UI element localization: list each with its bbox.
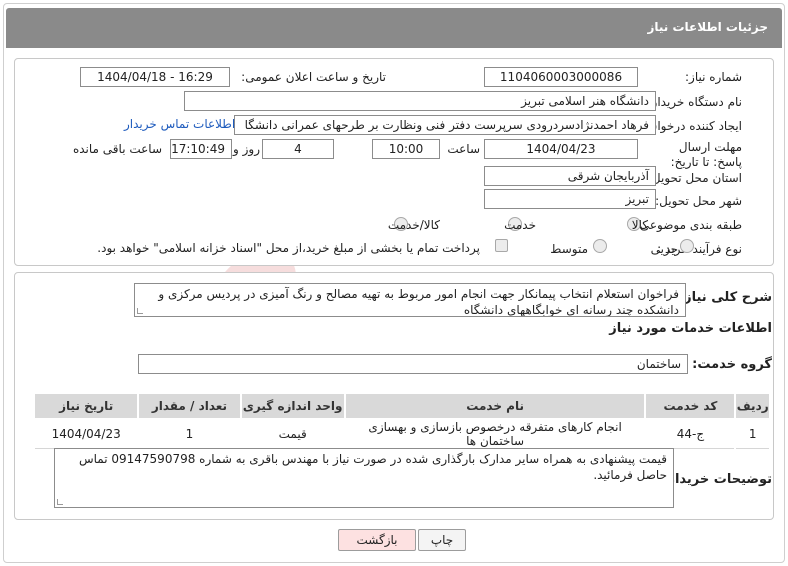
process-option-partial: جزیی xyxy=(650,242,678,256)
col-service-name: نام خدمت xyxy=(345,394,645,418)
category-option-goods-service: کالا/خدمت xyxy=(387,218,440,232)
category-label: طبقه بندی موضوعی: xyxy=(635,218,742,232)
cell-service-name: انجام کارهای متفرقه درخصوص بازسازی و بهس… xyxy=(345,420,645,449)
process-radio-partial[interactable] xyxy=(680,239,694,253)
buyer-org-field: دانشگاه هنر اسلامی تبریز xyxy=(184,91,656,111)
cell-row-number: 1 xyxy=(736,420,769,449)
col-row-number: ردیف xyxy=(736,394,769,418)
summary-label: شرح کلی نیاز: xyxy=(678,290,772,305)
city-field: تبریز xyxy=(484,189,656,209)
requester-field: فرهاد احمدنژادسردرودی سرپرست دفتر فنی ون… xyxy=(234,115,656,135)
city-label: شهر محل تحویل: xyxy=(655,194,742,208)
service-group-label: گروه خدمت: xyxy=(692,357,772,372)
resize-handle[interactable] xyxy=(57,499,63,505)
category-option-service: خدمت xyxy=(504,218,536,232)
services-section-title: اطلاعات خدمات مورد نیاز xyxy=(609,321,772,336)
deadline-time-label: ساعت xyxy=(447,142,480,156)
buyer-org-label: نام دستگاه خریدار: xyxy=(647,95,743,109)
table-header-row: ردیف کد خدمت نام خدمت واحد اندازه گیری ت… xyxy=(35,394,769,418)
col-need-date: تاریخ نیاز xyxy=(35,394,138,418)
announce-datetime-label: تاریخ و ساعت اعلان عمومی: xyxy=(241,70,386,84)
announce-datetime-field: 1404/04/18 - 16:29 xyxy=(80,67,230,87)
back-button[interactable]: بازگشت xyxy=(338,529,416,551)
province-label: استان محل تحویل: xyxy=(647,171,742,185)
summary-text: فراخوان استعلام انتخاب پیمانکار جهت انجا… xyxy=(158,287,679,317)
service-group-field: ساختمان xyxy=(138,354,688,374)
resize-handle[interactable] xyxy=(137,308,143,314)
buyer-contact-link[interactable]: اطلاعات تماس خریدار xyxy=(124,117,235,131)
page-title: جزئیات اطلاعات نیاز xyxy=(647,20,768,34)
details-panel xyxy=(14,58,774,266)
buyer-notes-textarea: قیمت پیشنهادی به همراه سایر مدارک بارگذا… xyxy=(54,448,674,508)
deadline-time-field: 10:00 xyxy=(372,139,440,159)
print-button[interactable]: چاپ xyxy=(418,529,466,551)
deadline-date-field: 1404/04/23 xyxy=(484,139,638,159)
cell-unit: قیمت xyxy=(241,420,344,449)
need-number-field: 1104060003000086 xyxy=(484,67,638,87)
services-table: ردیف کد خدمت نام خدمت واحد اندازه گیری ت… xyxy=(33,392,771,451)
remaining-days-field: 4 xyxy=(262,139,334,159)
table-row: 1 ج-44 انجام کارهای متفرقه درخصوص بازساز… xyxy=(35,420,769,449)
process-radio-medium[interactable] xyxy=(593,239,607,253)
header-bar: جزئیات اطلاعات نیاز xyxy=(6,8,782,48)
need-number-label: شماره نیاز: xyxy=(685,70,742,84)
buyer-notes-label: توضیحات خریدار: xyxy=(662,472,772,487)
summary-textarea: فراخوان استعلام انتخاب پیمانکار جهت انجا… xyxy=(134,283,686,317)
col-quantity: تعداد / مقدار xyxy=(139,394,240,418)
remaining-time-field: 17:10:49 xyxy=(170,139,232,159)
col-service-code: کد خدمت xyxy=(646,394,735,418)
treasury-payment-note: پرداخت تمام یا بخشی از مبلغ خرید،از محل … xyxy=(97,241,480,255)
cell-quantity: 1 xyxy=(139,420,240,449)
cell-service-code: ج-44 xyxy=(646,420,735,449)
days-label: روز و xyxy=(233,142,260,156)
buyer-notes-text: قیمت پیشنهادی به همراه سایر مدارک بارگذا… xyxy=(78,452,667,482)
category-option-goods: کالا xyxy=(631,218,648,232)
cell-need-date: 1404/04/23 xyxy=(35,420,138,449)
process-option-medium: متوسط xyxy=(550,242,588,256)
province-field: آذربایجان شرقی xyxy=(484,166,656,186)
treasury-payment-checkbox[interactable] xyxy=(495,239,508,252)
remaining-time-label: ساعت باقی مانده xyxy=(72,142,162,156)
deadline-label: مهلت ارسال پاسخ: تا تاریخ: xyxy=(670,140,742,169)
col-unit: واحد اندازه گیری xyxy=(241,394,344,418)
